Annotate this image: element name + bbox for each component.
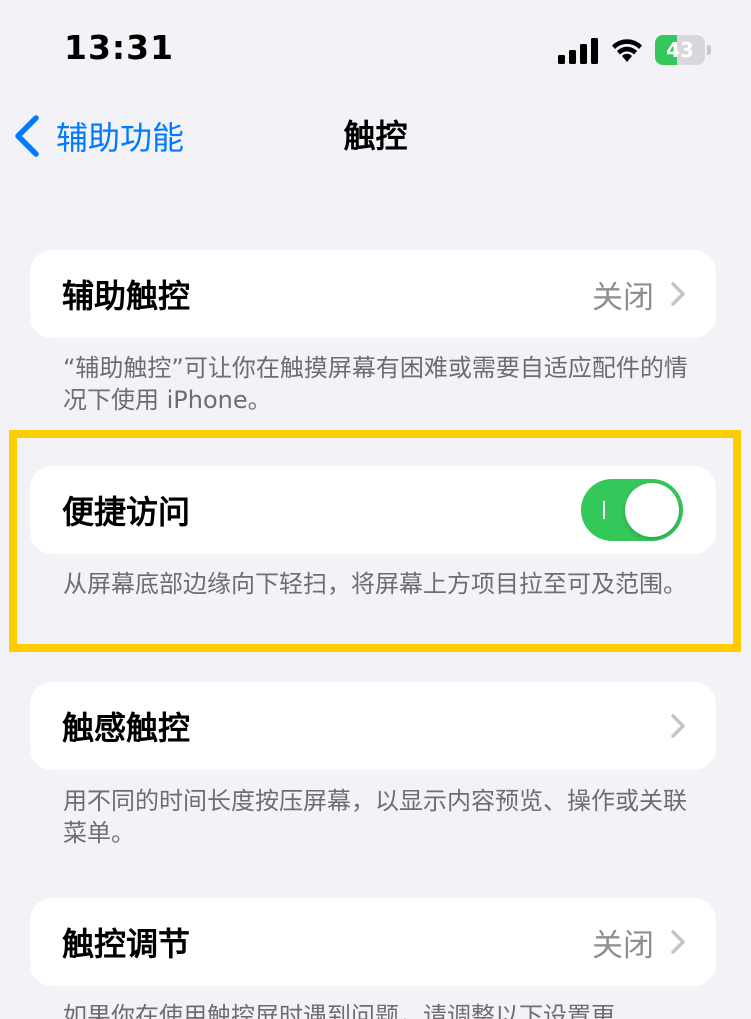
haptic-touch-row[interactable]: 触感触控 bbox=[30, 682, 716, 770]
navigation-bar: 辅助功能 触控 bbox=[0, 100, 751, 172]
haptic-touch-footer: 用不同的时间长度按压屏幕，以显示内容预览、操作或关联菜单。 bbox=[63, 787, 687, 847]
cellular-signal-icon bbox=[558, 38, 598, 64]
assistive-touch-label: 辅助触控 bbox=[62, 277, 191, 315]
page-title: 触控 bbox=[343, 117, 408, 155]
chevron-right-icon bbox=[671, 714, 685, 738]
toggle-knob bbox=[625, 483, 679, 537]
reachability-row: 便捷访问 bbox=[30, 466, 716, 554]
assistive-touch-footer: “辅助触控”可让你在触摸屏幕有困难或需要自适应配件的情况下使用 iPhone。 bbox=[63, 354, 688, 414]
wifi-icon bbox=[612, 39, 642, 62]
touch-accommodations-label: 触控调节 bbox=[62, 925, 191, 963]
battery-level: 43 bbox=[666, 38, 694, 62]
haptic-touch-label: 触感触控 bbox=[62, 709, 191, 747]
touch-settings-screen: 13:31 43 辅助功能 触控 辅助触控 关闭 “辅助触控”可让你在触摸屏幕有… bbox=[0, 0, 751, 1019]
assistive-touch-row[interactable]: 辅助触控 关闭 bbox=[30, 250, 716, 338]
touch-accommodations-value: 关闭 bbox=[592, 927, 654, 964]
touch-accommodations-row[interactable]: 触控调节 关闭 bbox=[30, 898, 716, 986]
battery-icon: 43 bbox=[655, 35, 711, 65]
reachability-label: 便捷访问 bbox=[62, 493, 191, 531]
reachability-toggle[interactable] bbox=[581, 479, 683, 541]
chevron-right-icon bbox=[671, 282, 685, 306]
touch-accommodations-footer: 如果你在使用触控屏时遇到问题，请调整以下设置更 bbox=[63, 1002, 615, 1019]
toggle-on-indicator bbox=[603, 501, 605, 519]
chevron-right-icon bbox=[671, 930, 685, 954]
assistive-touch-value: 关闭 bbox=[592, 279, 654, 316]
status-time: 13:31 bbox=[64, 28, 175, 67]
status-bar: 13:31 43 bbox=[0, 0, 751, 100]
reachability-footer: 从屏幕底部边缘向下轻扫，将屏幕上方项目拉至可及范围。 bbox=[63, 570, 687, 598]
